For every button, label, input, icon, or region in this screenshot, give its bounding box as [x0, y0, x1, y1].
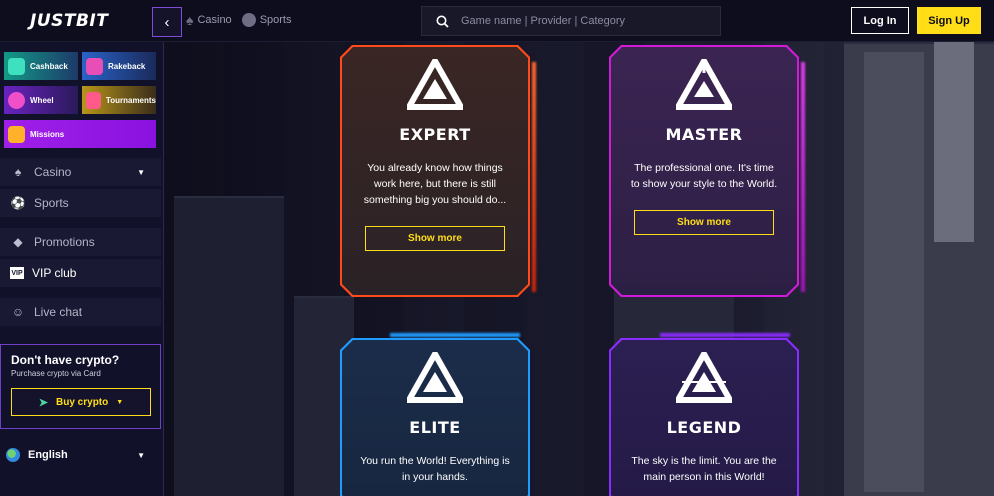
top-nav: ♠ Casino Sports: [186, 12, 291, 28]
promo-tile-wheel[interactable]: Wheel: [4, 86, 78, 114]
card-glow: [532, 62, 536, 292]
spade-icon: ♠: [14, 165, 22, 179]
promo-tile-label: Tournaments: [105, 95, 156, 105]
triangle-emblem-icon: [676, 352, 732, 404]
show-more-button[interactable]: Show more: [634, 210, 774, 235]
buy-crypto-label: Buy crypto: [56, 396, 109, 408]
crypto-panel-title: Don't have crypto?: [11, 353, 120, 367]
search-bar[interactable]: [421, 6, 721, 36]
card-glow: [660, 333, 790, 337]
sidebar-item-live-chat[interactable]: ☺ Live chat: [0, 298, 161, 326]
sidebar-item-label: Promotions: [34, 235, 95, 249]
card-description: The sky is the limit. You are the main p…: [631, 455, 777, 483]
sidebar: Cashback Rakeback Wheel Tournaments Miss…: [0, 42, 164, 496]
login-button[interactable]: Log In: [851, 7, 909, 34]
caret-down-icon: ▼: [137, 167, 145, 177]
crypto-panel-subtitle: Purchase crypto via Card: [11, 369, 101, 378]
card-glow: [801, 62, 805, 292]
sign-board: [864, 52, 924, 492]
promo-tile-cashback[interactable]: Cashback: [4, 52, 78, 80]
sidebar-item-label: Sports: [34, 196, 69, 210]
card-description: The professional one. It's time to show …: [630, 162, 778, 190]
spade-icon: ♠: [186, 12, 194, 28]
rocket-icon: ➤: [38, 396, 49, 409]
top-nav-sports[interactable]: Sports: [241, 12, 292, 28]
card-title: MASTER: [665, 125, 743, 144]
wheel-icon: [8, 91, 25, 109]
signup-button[interactable]: Sign Up: [917, 7, 981, 34]
top-nav-sports-label: Sports: [259, 14, 292, 26]
sidebar-item-sports[interactable]: ⚽ Sports: [0, 189, 161, 217]
support-agent-icon: ☺: [11, 305, 25, 319]
caret-down-icon: ▼: [137, 450, 145, 460]
sidebar-item-casino[interactable]: ♠ Casino ▼: [0, 158, 161, 186]
promo-tile-rakeback[interactable]: Rakeback: [82, 52, 156, 80]
top-nav-casino-label: Casino: [197, 14, 232, 26]
background-cityscape: [164, 42, 994, 496]
collapse-sidebar-button[interactable]: ‹: [152, 7, 182, 37]
language-label: English: [28, 449, 68, 461]
sign-board: [934, 42, 974, 242]
card-description: You already know how things work here, b…: [363, 162, 507, 206]
triangle-emblem-icon: [676, 59, 732, 111]
vip-card-elite: ELITE You run the World! Everything is i…: [340, 338, 530, 496]
soccer-ball-icon: ⚽: [10, 196, 26, 210]
cashback-icon: [8, 57, 25, 75]
buy-crypto-button[interactable]: ➤ Buy crypto ▼: [11, 388, 151, 416]
card-title: LEGEND: [666, 418, 742, 437]
top-bar: JUSTBIT ‹ ♠ Casino Sports Log In Sign Up: [0, 0, 994, 42]
language-selector[interactable]: English ▼: [0, 440, 161, 470]
caret-down-icon: ▼: [116, 398, 124, 406]
trophy-icon: [86, 91, 101, 109]
buy-crypto-panel: Don't have crypto? Purchase crypto via C…: [0, 344, 161, 429]
card-title: EXPERT: [399, 125, 471, 144]
rakeback-icon: [86, 57, 103, 75]
top-nav-casino[interactable]: ♠ Casino: [186, 12, 232, 28]
promo-tile-label: Cashback: [30, 61, 68, 71]
card-description: You run the World! Everything is in your…: [360, 455, 510, 483]
chevron-left-icon: ‹: [164, 13, 170, 31]
card-glow: [390, 333, 520, 337]
building: [174, 196, 284, 496]
triangle-emblem-icon: [407, 59, 463, 111]
vip-icon: VIP: [10, 267, 24, 279]
rocket-icon: [8, 125, 25, 143]
triangle-emblem-icon: [407, 352, 463, 404]
search-input[interactable]: [461, 15, 701, 27]
promo-tile-missions[interactable]: Missions: [4, 120, 156, 148]
card-title: ELITE: [409, 418, 461, 437]
search-icon: [436, 15, 449, 28]
promo-tile-tournaments[interactable]: Tournaments: [82, 86, 156, 114]
show-more-button[interactable]: Show more: [365, 226, 505, 251]
vip-card-master: MASTER The professional one. It's time t…: [609, 45, 799, 297]
sidebar-item-promotions[interactable]: ◆ Promotions: [0, 228, 161, 256]
promo-tile-label: Missions: [30, 129, 65, 139]
sidebar-item-label: VIP club: [32, 266, 77, 280]
soccer-ball-icon: [241, 13, 256, 27]
sidebar-item-label: Live chat: [34, 305, 83, 319]
promo-tile-label: Wheel: [30, 95, 54, 105]
vip-card-expert: EXPERT You already know how things work …: [340, 45, 530, 297]
sidebar-item-label: Casino: [34, 165, 72, 179]
tag-icon: ◆: [13, 235, 23, 249]
globe-icon: [6, 448, 20, 462]
sidebar-item-vip-club[interactable]: VIP VIP club: [0, 259, 161, 287]
promo-tile-label: Rakeback: [108, 61, 146, 71]
brand-logo[interactable]: JUSTBIT: [30, 11, 108, 31]
vip-card-legend: LEGEND The sky is the limit. You are the…: [609, 338, 799, 496]
